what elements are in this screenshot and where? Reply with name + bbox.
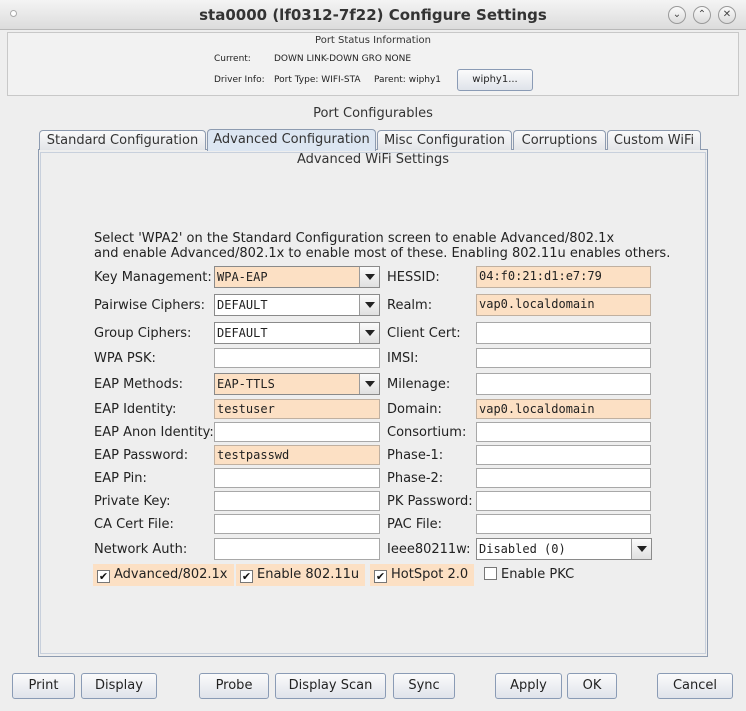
private-key-label: Private Key: bbox=[94, 494, 171, 509]
eap-pin-field[interactable] bbox=[214, 468, 380, 488]
group-ciphers-label: Group Ciphers: bbox=[94, 326, 192, 341]
driver-info-label: Driver Info: bbox=[214, 75, 265, 85]
eap-password-field[interactable]: testpasswd bbox=[214, 445, 380, 465]
realm-field[interactable]: vap0.localdomain bbox=[476, 294, 651, 316]
hessid-label: HESSID: bbox=[387, 270, 440, 285]
wpa-psk-field[interactable] bbox=[214, 348, 380, 368]
client-cert-label: Client Cert: bbox=[387, 326, 461, 341]
enable-80211u-checkbox[interactable]: ✔ Enable 802.11u bbox=[236, 564, 366, 586]
key-management-select[interactable]: WPA-EAP bbox=[214, 266, 380, 288]
eap-identity-label: EAP Identity: bbox=[94, 402, 177, 417]
enable-pkc-label: Enable PKC bbox=[501, 567, 575, 582]
checkbox-icon[interactable]: ✔ bbox=[97, 570, 110, 583]
consortium-label: Consortium: bbox=[387, 425, 467, 440]
pac-file-field[interactable] bbox=[476, 514, 651, 534]
domain-label: Domain: bbox=[387, 402, 442, 417]
parent-info: Parent: wiphy1 bbox=[374, 75, 442, 85]
pk-password-label: PK Password: bbox=[387, 494, 473, 509]
display-button[interactable]: Display bbox=[81, 673, 157, 699]
ok-button[interactable]: OK bbox=[567, 673, 617, 699]
eap-methods-select[interactable]: EAP-TTLS bbox=[214, 373, 380, 395]
advanced-wifi-caption: Advanced WiFi Settings bbox=[296, 152, 450, 167]
apply-button[interactable]: Apply bbox=[495, 673, 562, 699]
phase1-label: Phase-1: bbox=[387, 448, 444, 463]
phase1-field[interactable] bbox=[476, 445, 651, 465]
close-icon[interactable]: ✕ bbox=[718, 6, 736, 24]
parent-button[interactable]: wiphy1... bbox=[457, 69, 533, 91]
network-auth-field[interactable] bbox=[214, 538, 380, 560]
tab-misc-configuration[interactable]: Misc Configuration bbox=[377, 130, 512, 150]
eap-password-label: EAP Password: bbox=[94, 448, 189, 463]
current-label: Current: bbox=[214, 54, 251, 64]
eap-methods-value: EAP-TTLS bbox=[217, 377, 275, 391]
pairwise-ciphers-value: DEFAULT bbox=[217, 298, 268, 312]
pairwise-ciphers-select[interactable]: DEFAULT bbox=[214, 294, 380, 316]
display-scan-button[interactable]: Display Scan bbox=[275, 673, 386, 699]
checkbox-icon[interactable]: ✔ bbox=[374, 570, 387, 583]
client-cert-field[interactable] bbox=[476, 322, 651, 344]
private-key-field[interactable] bbox=[214, 491, 380, 511]
enable-pkc-checkbox[interactable]: Enable PKC bbox=[480, 564, 580, 586]
checkbox-icon[interactable] bbox=[484, 567, 497, 580]
tab-custom-wifi[interactable]: Custom WiFi bbox=[607, 130, 701, 150]
chevron-down-icon[interactable] bbox=[631, 539, 651, 559]
eap-anon-identity-label: EAP Anon Identity: bbox=[94, 425, 214, 440]
current-value: DOWN LINK-DOWN GRO NONE bbox=[274, 54, 412, 64]
chevron-down-icon[interactable] bbox=[359, 295, 379, 315]
sync-button[interactable]: Sync bbox=[393, 673, 455, 699]
network-auth-label: Network Auth: bbox=[94, 542, 188, 557]
phase2-label: Phase-2: bbox=[387, 471, 444, 486]
enable-80211u-label: Enable 802.11u bbox=[257, 567, 360, 582]
hotspot20-label: HotSpot 2.0 bbox=[391, 567, 469, 582]
ieee80211w-select[interactable]: Disabled (0) bbox=[476, 538, 652, 560]
eap-pin-label: EAP Pin: bbox=[94, 471, 147, 486]
hessid-field[interactable]: 04:f0:21:d1:e7:79 bbox=[476, 266, 651, 288]
phase2-field[interactable] bbox=[476, 468, 651, 488]
domain-field[interactable]: vap0.localdomain bbox=[476, 399, 651, 419]
imsi-field[interactable] bbox=[476, 348, 651, 368]
key-management-value: WPA-EAP bbox=[217, 270, 268, 284]
eap-identity-field[interactable]: testuser bbox=[214, 399, 380, 419]
port-status-caption: Port Status Information bbox=[315, 35, 431, 46]
tab-standard-configuration[interactable]: Standard Configuration bbox=[39, 130, 206, 150]
advanced-8021x-label: Advanced/802.1x bbox=[114, 567, 228, 582]
minimize-icon[interactable]: ⌄ bbox=[668, 6, 686, 24]
tab-corruptions[interactable]: Corruptions bbox=[513, 130, 606, 150]
hotspot20-checkbox[interactable]: ✔ HotSpot 2.0 bbox=[370, 564, 475, 586]
cancel-button[interactable]: Cancel bbox=[657, 673, 733, 699]
pk-password-field[interactable] bbox=[476, 491, 651, 511]
window-title: sta0000 (lf0312-7f22) Configure Settings bbox=[199, 6, 547, 24]
milenage-label: Milenage: bbox=[387, 377, 451, 392]
ca-cert-file-field[interactable] bbox=[214, 514, 380, 534]
probe-button[interactable]: Probe bbox=[199, 673, 269, 699]
maximize-icon[interactable]: ⌃ bbox=[693, 6, 711, 24]
port-configurables-caption: Port Configurables bbox=[313, 106, 433, 121]
print-button[interactable]: Print bbox=[12, 673, 75, 699]
imsi-label: IMSI: bbox=[387, 351, 419, 366]
chevron-down-icon[interactable] bbox=[359, 267, 379, 287]
eap-methods-label: EAP Methods: bbox=[94, 377, 183, 392]
pac-file-label: PAC File: bbox=[387, 517, 443, 532]
tab-advanced-configuration[interactable]: Advanced Configuration bbox=[207, 129, 376, 151]
ieee80211w-value: Disabled (0) bbox=[479, 542, 566, 556]
wpa-psk-label: WPA PSK: bbox=[94, 351, 156, 366]
port-type: Port Type: WIFI-STA bbox=[274, 75, 361, 85]
chevron-down-icon[interactable] bbox=[359, 374, 379, 394]
realm-label: Realm: bbox=[387, 298, 433, 313]
checkbox-icon[interactable]: ✔ bbox=[240, 570, 253, 583]
instruction-line-1: Select 'WPA2' on the Standard Configurat… bbox=[94, 231, 615, 246]
chevron-down-icon[interactable] bbox=[359, 323, 379, 343]
instruction-line-2: and enable Advanced/802.1x to enable mos… bbox=[94, 246, 671, 261]
consortium-field[interactable] bbox=[476, 422, 651, 442]
ca-cert-file-label: CA Cert File: bbox=[94, 517, 174, 532]
pairwise-ciphers-label: Pairwise Ciphers: bbox=[94, 298, 206, 313]
ieee80211w-label: Ieee80211w: bbox=[387, 542, 471, 557]
eap-anon-identity-field[interactable] bbox=[214, 422, 380, 442]
group-ciphers-value: DEFAULT bbox=[217, 326, 268, 340]
group-ciphers-select[interactable]: DEFAULT bbox=[214, 322, 380, 344]
advanced-8021x-checkbox[interactable]: ✔ Advanced/802.1x bbox=[93, 564, 234, 586]
milenage-field[interactable] bbox=[476, 373, 651, 395]
key-management-label: Key Management: bbox=[94, 270, 212, 285]
